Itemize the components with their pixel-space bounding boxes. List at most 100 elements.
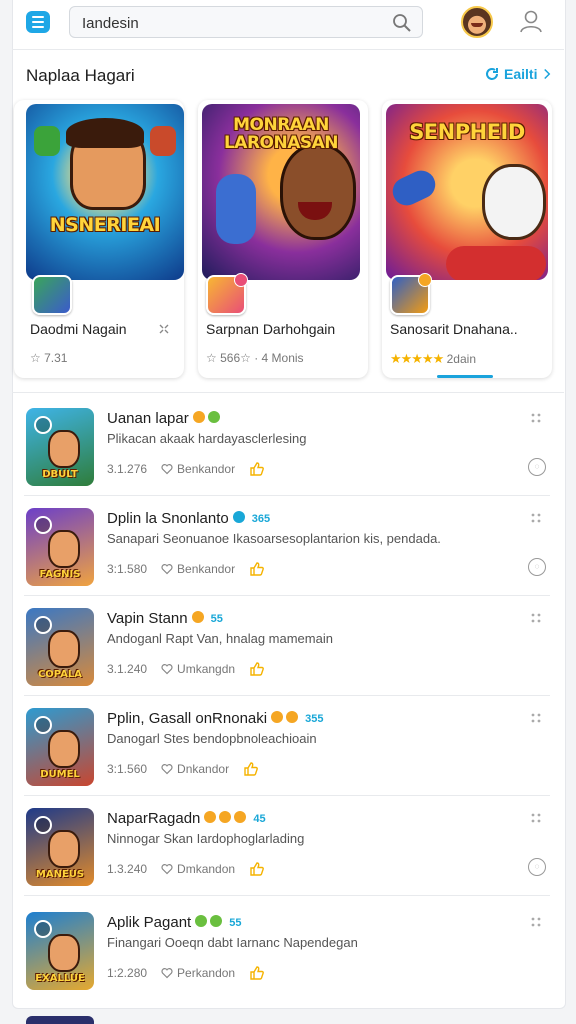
app-version: 3:1.560	[107, 762, 148, 776]
app-thumbnail: COPALA	[26, 608, 94, 686]
app-tag: 55	[229, 916, 242, 929]
app-name-text: Vapin Stann	[107, 610, 188, 627]
user-icon[interactable]	[518, 8, 544, 34]
status-badge-icon	[195, 915, 208, 927]
app-version: 1:2.280	[107, 966, 148, 980]
thumbnail-badge-icon	[34, 416, 52, 434]
status-circle-icon[interactable]: ◌	[528, 558, 546, 576]
status-circle-icon[interactable]: ◌	[528, 458, 546, 476]
avatar[interactable]	[461, 6, 493, 38]
heart-icon[interactable]	[161, 763, 173, 775]
app-meta: 3:1.560 Dnkandor	[107, 761, 259, 777]
card-rating-text: 2dain	[446, 352, 476, 366]
list-item[interactable]: COPALA Vapin Stann 55 Andoganl Rapt Van,…	[12, 596, 564, 696]
app-name: Dplin la Snonlanto 365	[107, 510, 270, 527]
app-name-text: Dplin la Snonlanto	[107, 510, 229, 527]
app-name: Uanan lapar	[107, 410, 227, 427]
list-item[interactable]: EXALLUE Aplik Pagant 55 Finangari Ooeqn …	[12, 900, 564, 1000]
thumbnail-text: MANEUS	[35, 869, 85, 880]
app-description: Danogarl Stes bendopbnoleachioain	[107, 731, 317, 746]
heart-icon[interactable]	[161, 967, 173, 979]
badges	[191, 610, 207, 627]
drag-handle-icon[interactable]	[530, 916, 542, 928]
app-thumbnail: DBULT	[26, 408, 94, 486]
search-bar[interactable]	[69, 6, 423, 38]
search-input[interactable]	[80, 11, 384, 35]
status-circle-icon[interactable]: ◌	[528, 858, 546, 876]
status-badge-icon	[207, 411, 220, 423]
app-tag: 45	[253, 812, 266, 825]
app-description: Ninnogar Skan Iardophoglarlading	[107, 831, 305, 846]
list-item[interactable]: FAGNIS Dplin la Snonlanto 365 Sanapari S…	[12, 496, 564, 596]
card-mini-icon	[390, 273, 432, 315]
thumbnail-badge-icon	[34, 516, 52, 534]
app-name: Aplik Pagant 55	[107, 914, 241, 931]
app-label: Perkandon	[177, 966, 236, 980]
thumbs-up-icon[interactable]	[243, 761, 259, 777]
see-all-link[interactable]: Eailti	[484, 66, 553, 82]
featured-card[interactable]: MONRAAN LARONASAN Sarpnan Darhohgain ☆ 5…	[198, 100, 368, 378]
thumbnail-badge-icon	[34, 816, 52, 834]
status-badge-icon	[204, 811, 217, 823]
thumbs-up-icon[interactable]	[249, 661, 265, 677]
card-title: Sarpnan Darhohgain	[206, 321, 336, 337]
thumbs-up-icon[interactable]	[249, 861, 265, 877]
divider	[12, 392, 564, 393]
app-name: NaparRagadn 45	[107, 810, 266, 827]
menu-icon[interactable]	[26, 11, 50, 33]
heart-icon[interactable]	[161, 863, 173, 875]
badges	[232, 510, 248, 527]
app-description: Plikacan akaak hardayasclerlesing	[107, 431, 307, 446]
drag-handle-icon[interactable]	[530, 412, 542, 424]
status-badge-icon	[232, 511, 245, 523]
active-indicator	[437, 375, 493, 378]
card-art: SENPHEID	[386, 104, 548, 280]
drag-handle-icon[interactable]	[530, 712, 542, 724]
see-all-label: Eailti	[504, 66, 538, 82]
app-tag: 355	[305, 712, 324, 725]
heart-icon[interactable]	[161, 563, 173, 575]
drag-handle-icon[interactable]	[530, 512, 542, 524]
app-tag: 55	[210, 612, 223, 625]
app-version: 3.1.276	[107, 462, 148, 476]
status-badge-icon	[271, 711, 284, 723]
heart-icon[interactable]	[161, 663, 173, 675]
search-icon[interactable]	[392, 13, 412, 33]
share-icon[interactable]	[158, 323, 170, 335]
card-title: Sanosarit Dnahana..	[390, 321, 518, 337]
card-mini-icon	[206, 273, 248, 315]
thumbs-up-icon[interactable]	[249, 461, 265, 477]
thumbs-up-icon[interactable]	[249, 561, 265, 577]
chevron-right-icon	[544, 68, 551, 80]
thumbnail-text: DBULT	[42, 469, 78, 480]
app-name: Vapin Stann 55	[107, 610, 223, 627]
app-name-text: Pplin, Gasall onRnonaki	[107, 710, 268, 727]
thumbnail-text: FAGNIS	[39, 569, 81, 580]
app-meta: 1:2.280 Perkandon	[107, 965, 265, 981]
list-item[interactable]: MANEUS NaparRagadn 45 Ninnogar Skan Iard…	[12, 796, 564, 896]
drag-handle-icon[interactable]	[530, 612, 542, 624]
app-thumbnail: EXALLUE	[26, 912, 94, 990]
app-label: Benkandor	[177, 462, 236, 476]
thumbnail-badge-icon	[34, 616, 52, 634]
app-label: Benkandor	[177, 562, 236, 576]
app-meta: 1.3.240 Dmkandon	[107, 861, 265, 877]
card-art-title: NSNERIEAI	[49, 214, 161, 236]
list-item[interactable]: DUMEL Pplin, Gasall onRnonaki 355 Danoga…	[12, 696, 564, 796]
app-version: 3:1.580	[107, 562, 148, 576]
thumbs-up-icon[interactable]	[249, 965, 265, 981]
thumbnail-text: COPALA	[37, 669, 83, 680]
featured-card[interactable]: NSNERIEAI Daodmi Nagain ☆ 7.31	[14, 100, 184, 378]
status-badge-icon	[191, 611, 204, 623]
badges	[195, 914, 225, 931]
card-rating: ★★★★★ 2dain	[390, 351, 476, 367]
heart-icon[interactable]	[161, 463, 173, 475]
list-item[interactable]: DBULT Uanan lapar Plikacan akaak hardaya…	[12, 396, 564, 496]
card-mini-icon	[32, 275, 72, 315]
status-badge-icon	[286, 711, 299, 723]
featured-card[interactable]: SENPHEID Sanosarit Dnahana.. ★★★★★ 2dain	[382, 100, 552, 378]
status-badge-icon	[192, 411, 205, 423]
refresh-icon	[486, 68, 498, 80]
drag-handle-icon[interactable]	[530, 812, 542, 824]
status-badge-icon	[234, 811, 247, 823]
